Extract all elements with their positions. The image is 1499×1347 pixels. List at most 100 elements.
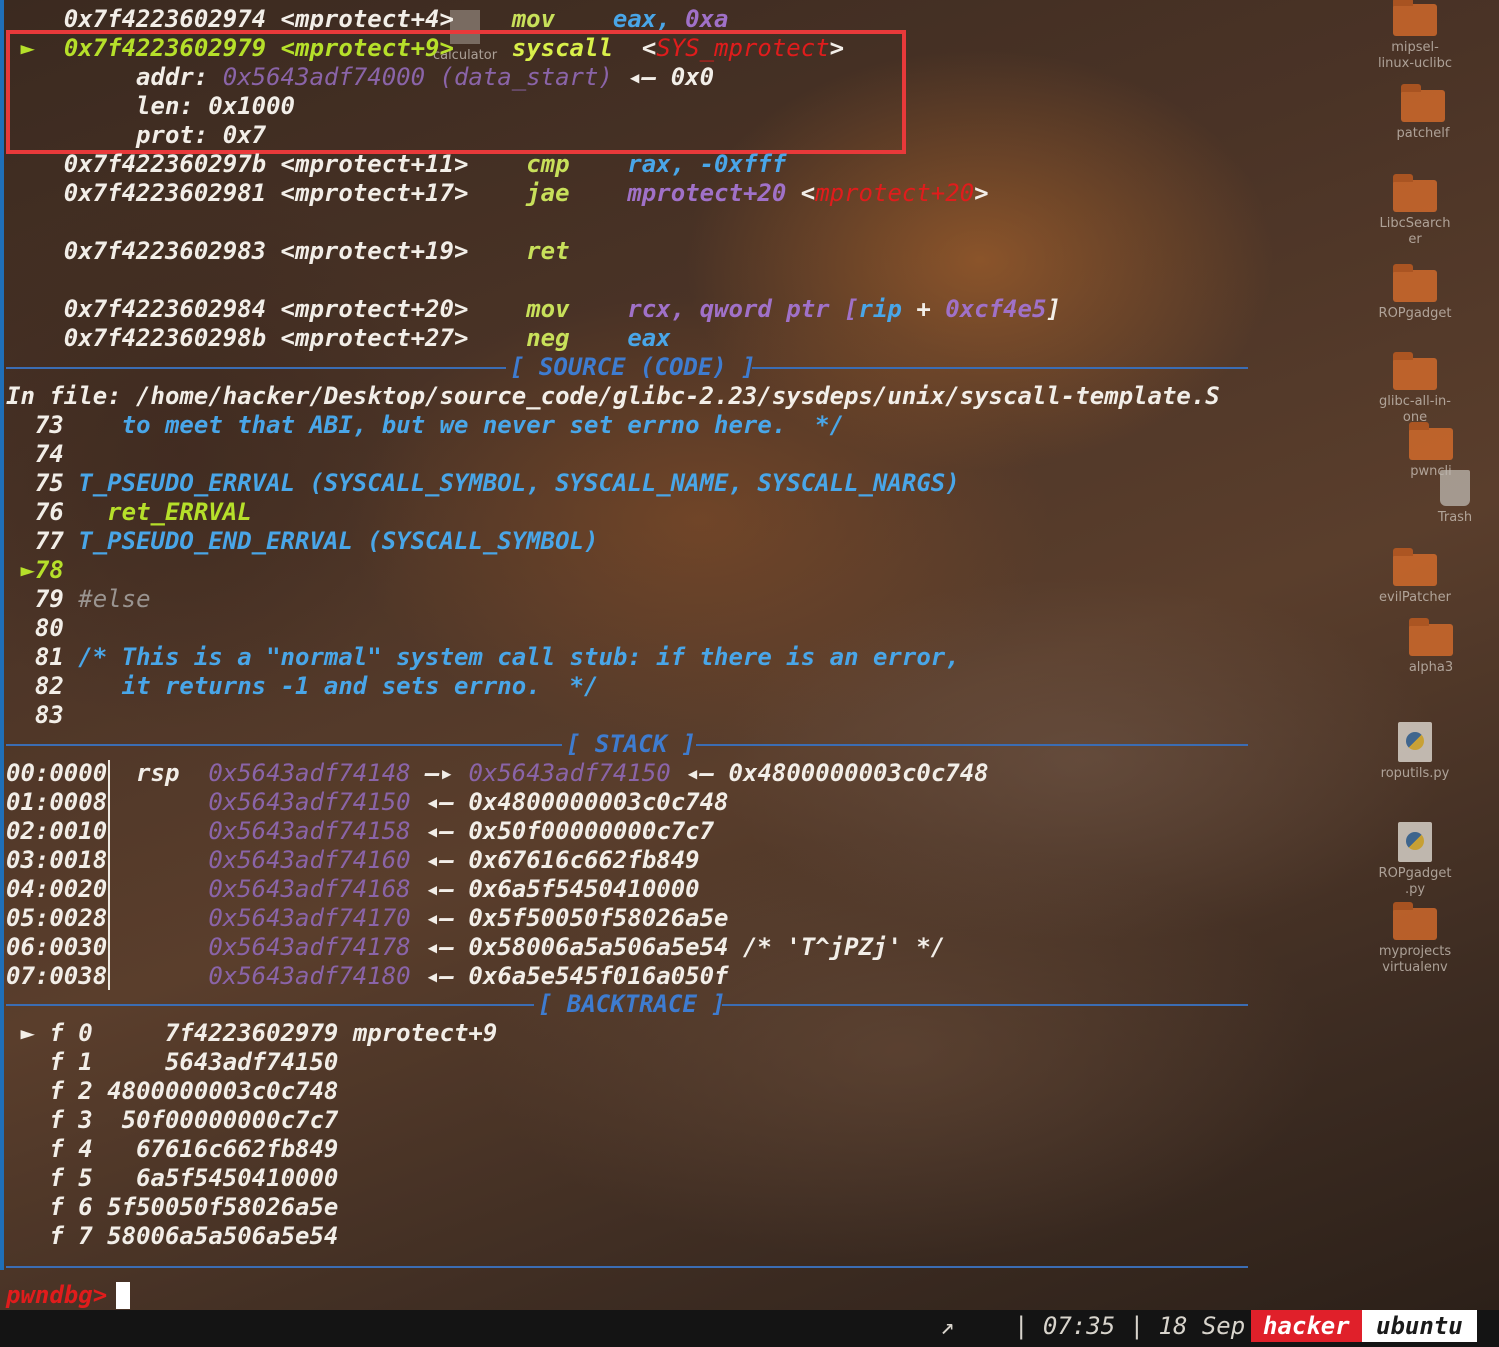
instr-address: 0x7f4223602984 [63,295,267,323]
frame-index: f 5 [49,1164,93,1192]
backtrace-frame: f 2 4800000003c0c748 [6,1077,338,1106]
desktop-icon-mipsel-linux-uclibc[interactable]: mipsel- linux-uclibc [1370,0,1460,72]
source-text: /* This is a "normal" system call stub: … [78,643,960,671]
instr-bracket: ] [1046,295,1061,323]
section-divider [722,1004,1248,1006]
backtrace-frame: f 7 58006a5a506a5e54 [6,1222,338,1251]
stack-address: 0x5643adf74150 [208,788,411,816]
frame-index: f 4 [49,1135,93,1163]
frame-index: f 0 [49,1019,93,1047]
arrow-icon: ◂— [425,904,454,932]
section-divider [6,1266,1248,1268]
frame-index: f 7 [49,1222,93,1250]
desktop-icon-myprojects-virtualenv[interactable]: myprojects virtualenv [1370,902,1460,976]
source-text: #else [78,585,151,613]
line-number: 77 [34,527,64,555]
instr-symbol: <mprotect+4> [280,5,454,33]
stack-address: 0x5643adf74158 [208,817,411,845]
folder-icon [1393,0,1437,36]
desktop-icon-ropgadget[interactable]: ROPgadget [1370,264,1460,322]
backtrace-frame: f 6 5f50050f58026a5e [6,1193,338,1222]
arrow-icon: ◂— [425,817,454,845]
frame-address: 5f50050f58026a5e [107,1193,339,1221]
instr-mnemonic: mov [526,295,570,323]
stack-row: 07:0038 0x5643adf74180 ◂— 0x6a5e545f016a… [6,962,729,991]
instr-operator: + [901,295,946,323]
instr-address: 0x7f4223602981 [63,179,267,207]
source-line: 75 T_PSEUDO_ERRVAL (SYSCALL_SYMBOL, SYSC… [6,469,960,498]
source-text: ret_ERRVAL [78,498,252,526]
target-bracket: < [800,179,816,207]
desktop-icon-label: mipsel- linux-uclibc [1377,40,1453,71]
desktop-icon-roputils[interactable]: roputils.py [1370,722,1460,782]
desktop-icon-ropgadget-py[interactable]: ROPgadget .py [1370,822,1460,898]
instr-immediate: 0xa [685,5,729,33]
stack-register: rsp [136,759,180,787]
arrow-icon: ◂— [425,846,454,874]
desktop-icon-trash[interactable]: Trash [1420,470,1490,526]
instr-symbol: <mprotect+9> [280,34,454,62]
frame-address: 67616c662fb849 [107,1135,339,1163]
stack-value: 0x5f50050f58026a5e [468,904,729,932]
stack-row: 04:0020 0x5643adf74168 ◂— 0x6a5f54504100… [6,875,700,904]
source-line: 73 to meet that ABI, but we never set er… [6,411,844,440]
stack-value: 0x6a5f5450410000 [468,875,700,903]
stack-offset: 03:0018 [6,846,108,874]
terminal-left-border [0,0,4,1270]
source-line: 81 /* This is a "normal" system call stu… [6,643,960,672]
terminal-cursor[interactable] [116,1282,130,1309]
desktop-icon-label: patchelf [1396,126,1450,141]
desktop-icon-alpha3[interactable]: alpha3 [1386,618,1476,676]
line-number: 75 [34,469,64,497]
stack-address: 0x5643adf74148 [208,759,411,787]
stack-value: 0x67616c662fb849 [468,846,700,874]
section-divider [6,367,506,369]
frame-symbol: mprotect+9 [352,1019,498,1047]
command-prompt-line[interactable]: pwndbg> [6,1281,107,1310]
desktop-icon-libcsearcher[interactable]: LibcSearch er [1370,174,1460,248]
line-number: 78 [34,556,64,584]
desktop-icon-label: Trash [1437,510,1473,525]
jump-target: mprotect+20 [815,179,975,207]
pwndbg-prompt: pwndbg> [6,1281,108,1309]
stack-address: 0x5643adf74160 [208,846,411,874]
folder-icon [1401,84,1445,122]
stack-offset: 01:0008 [6,788,108,816]
arrow-icon: —▸ [425,759,454,787]
instr-address: 0x7f4223602979 [63,34,267,62]
stack-offset: 04:0020 [6,875,108,903]
instr-address: 0x7f4223602974 [63,5,267,33]
source-line: 82 it returns -1 and sets errno. */ [6,672,599,701]
python-file-icon [1398,722,1432,762]
frame-address: 6a5f5450410000 [107,1164,339,1192]
line-number: 83 [34,701,64,729]
desktop-icon-evilpatcher[interactable]: evilPatcher [1370,548,1460,606]
instr-address: 0x7f422360297b [63,150,267,178]
syscall-arg-len: len: 0x1000 [6,92,295,121]
syscall-target: SYS_mprotect [656,34,830,62]
stack-row: 02:0010 0x5643adf74158 ◂— 0x50f00000000c… [6,817,714,846]
syscall-arg-prot: prot: 0x7 [6,121,266,150]
stack-offset: 06:0030 [6,933,108,961]
source-line: 80 [6,614,64,643]
arrow-icon: ◂— [425,962,454,990]
disasm-line: 0x7f4223602983 <mprotect+19> ret [6,237,570,266]
instr-mnemonic: mov [511,5,556,33]
file-path: /home/hacker/Desktop/source_code/glibc-2… [136,382,1220,410]
desktop-icon-patchelf[interactable]: patchelf [1378,84,1468,142]
desktop-icon-label: ROPgadget .py [1378,866,1452,897]
instr-operands: eax [627,324,671,352]
desktop-icon-glibc-all-in-one[interactable]: glibc-all-in- one [1370,352,1460,426]
instr-symbol: <mprotect+17> [280,179,469,207]
instr-symbol: <mprotect+27> [280,324,469,352]
arg-label: addr: [136,63,209,91]
source-text: T_PSEUDO_ERRVAL (SYSCALL_SYMBOL, SYSCALL… [78,469,960,497]
disasm-current-line: ► 0x7f4223602979 <mprotect+9> syscall <S… [6,34,844,63]
instr-mnemonic: neg [526,324,570,352]
arg-label: prot: [136,121,209,149]
instr-operands: mprotect+20 [627,179,787,207]
section-divider [6,744,562,746]
stack-address: 0x5643adf74178 [208,933,411,961]
backtrace-frame: f 3 50f00000000c7c7 [6,1106,338,1135]
arrow-icon: ◂— [685,759,715,787]
